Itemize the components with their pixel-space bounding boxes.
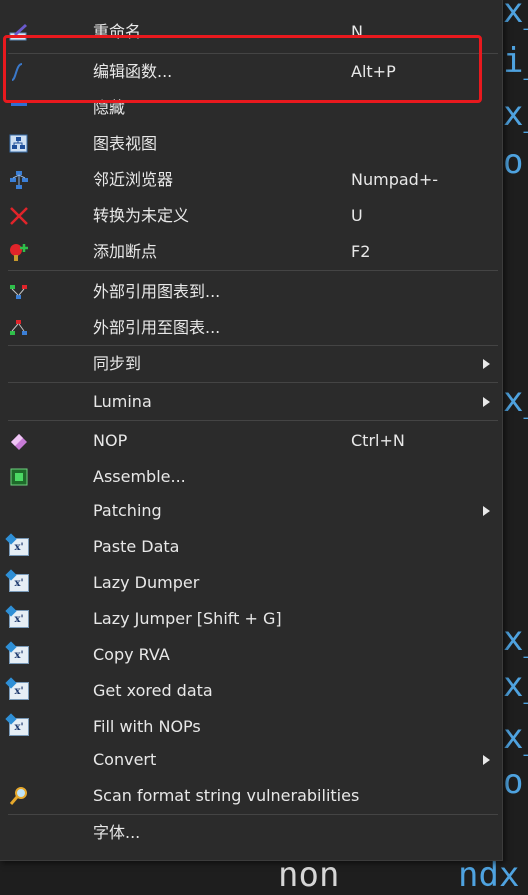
menu-item-graph-view[interactable]: 图表视图 (0, 126, 502, 162)
menu-item-convert[interactable]: Convert (0, 742, 502, 778)
menu-item-label: 图表视图 (93, 134, 158, 153)
menu-item-lazy-jumper[interactable]: x' Lazy Jumper [Shift + G] (0, 601, 502, 637)
menu-item-paste-data[interactable]: x' Paste Data (0, 529, 502, 565)
bg-code-fragment: or (503, 142, 528, 182)
script-icon: x' (8, 717, 30, 737)
menu-item-label: Patching (93, 501, 162, 520)
menu-item-add-breakpoint[interactable]: 添加断点 F2 (0, 234, 502, 270)
menu-item-label: Convert (93, 750, 157, 769)
submenu-arrow-icon (483, 359, 490, 369)
bg-code-fragment: x_ (503, 380, 528, 420)
menu-item-label: Scan format string vulnerabilities (93, 786, 360, 805)
menu-item-label: 同步到 (93, 354, 142, 373)
menu-item-shortcut: Numpad+- (351, 170, 438, 189)
menu-item-patching[interactable]: Patching (0, 493, 502, 529)
script-icon: x' (8, 573, 30, 593)
bg-code-fragment: x_ (503, 665, 528, 705)
script-icon: x' (8, 645, 30, 665)
menu-separator (8, 382, 498, 383)
submenu-arrow-icon (483, 397, 490, 407)
proximity-browser-icon (8, 170, 30, 190)
script-icon: x' (8, 609, 30, 629)
menu-item-lazy-dumper[interactable]: x' Lazy Dumper (0, 565, 502, 601)
submenu-arrow-icon (483, 506, 490, 516)
graph-view-icon (8, 134, 30, 154)
menu-item-copy-rva[interactable]: x' Copy RVA (0, 637, 502, 673)
menu-item-shortcut: F2 (351, 242, 371, 261)
bg-code-fragment: x_ (503, 619, 528, 659)
bg-code-fragment: or (503, 762, 528, 802)
menu-item-nop[interactable]: NOP Ctrl+N (0, 423, 502, 459)
menu-item-label: NOP (93, 431, 128, 450)
menu-item-label: Fill with NOPs (93, 717, 201, 736)
menu-item-scan-format-string[interactable]: Scan format string vulnerabilities (0, 778, 502, 814)
menu-separator (8, 420, 498, 421)
eraser-icon (8, 431, 30, 451)
menu-item-undefine[interactable]: 转换为未定义 U (0, 198, 502, 234)
assemble-icon (8, 467, 30, 487)
menu-item-label: Get xored data (93, 681, 213, 700)
menu-item-shortcut: Ctrl+N (351, 431, 405, 450)
bg-code-fragment: x_ (503, 717, 528, 757)
menu-item-label: 转换为未定义 (93, 206, 190, 225)
bg-code-fragment: x_ (503, 94, 528, 134)
menu-item-label: 字体... (93, 823, 141, 842)
context-menu: 重命名 N 编辑函数... Alt+P 隐藏 图表视图 邻近浏览器 Numpad… (0, 0, 503, 861)
menu-item-label: Lumina (93, 392, 152, 411)
undefine-icon (8, 206, 30, 226)
highlight-box (3, 35, 482, 103)
menu-item-fill-with-nops[interactable]: x' Fill with NOPs (0, 709, 502, 745)
menu-item-synchronize[interactable]: 同步到 (0, 346, 502, 382)
xrefs-from-graph-icon (8, 318, 30, 338)
xrefs-to-graph-icon (8, 282, 30, 302)
menu-item-assemble[interactable]: Assemble... (0, 459, 502, 495)
script-icon: x' (8, 537, 30, 557)
menu-item-get-xored-data[interactable]: x' Get xored data (0, 673, 502, 709)
menu-item-shortcut: U (351, 206, 363, 225)
bg-code-bottom-right: ndx (458, 855, 520, 895)
bg-code-bottom-left: non (278, 855, 340, 895)
menu-item-label: Paste Data (93, 537, 180, 556)
menu-item-xrefs-from-graph[interactable]: 外部引用至图表... (0, 310, 502, 346)
menu-item-label: 外部引用至图表... (93, 318, 221, 337)
menu-item-font[interactable]: 字体... (0, 815, 502, 851)
menu-item-label: Copy RVA (93, 645, 170, 664)
menu-item-proximity-browser[interactable]: 邻近浏览器 Numpad+- (0, 162, 502, 198)
breakpoint-icon (8, 242, 30, 262)
magnifier-icon (8, 786, 30, 806)
menu-item-label: Lazy Dumper (93, 573, 200, 592)
submenu-arrow-icon (483, 755, 490, 765)
menu-item-label: 添加断点 (93, 242, 158, 261)
bg-code-fragment: i_ (503, 41, 528, 81)
bg-code-fragment: x_ (503, 0, 528, 31)
menu-item-label: 邻近浏览器 (93, 170, 174, 189)
menu-item-label: 外部引用图表到... (93, 282, 221, 301)
menu-item-xrefs-to-graph[interactable]: 外部引用图表到... (0, 274, 502, 310)
script-icon: x' (8, 681, 30, 701)
menu-item-label: Lazy Jumper [Shift + G] (93, 609, 282, 628)
menu-item-label: Assemble... (93, 467, 186, 486)
menu-item-lumina[interactable]: Lumina (0, 384, 502, 420)
menu-separator (8, 270, 498, 271)
